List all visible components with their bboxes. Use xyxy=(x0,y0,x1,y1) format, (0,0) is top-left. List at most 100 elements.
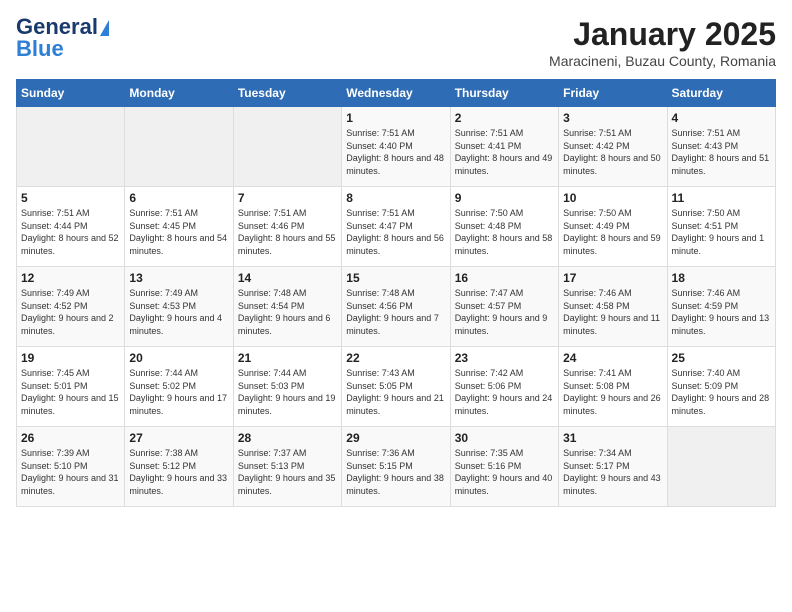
daylight-text: Daylight: 9 hours and 1 minute. xyxy=(672,233,765,256)
day-info: Sunrise: 7:51 AM Sunset: 4:40 PM Dayligh… xyxy=(346,127,445,177)
sunrise-text: Sunrise: 7:48 AM xyxy=(346,288,415,298)
sunset-text: Sunset: 4:47 PM xyxy=(346,221,413,231)
daylight-text: Daylight: 8 hours and 58 minutes. xyxy=(455,233,553,256)
day-number: 6 xyxy=(129,191,228,205)
sunrise-text: Sunrise: 7:46 AM xyxy=(563,288,632,298)
sunset-text: Sunset: 5:12 PM xyxy=(129,461,196,471)
table-row: 25 Sunrise: 7:40 AM Sunset: 5:09 PM Dayl… xyxy=(667,347,775,427)
sunset-text: Sunset: 5:05 PM xyxy=(346,381,413,391)
table-row: 2 Sunrise: 7:51 AM Sunset: 4:41 PM Dayli… xyxy=(450,107,558,187)
day-number: 7 xyxy=(238,191,337,205)
sunset-text: Sunset: 5:15 PM xyxy=(346,461,413,471)
day-number: 16 xyxy=(455,271,554,285)
sunset-text: Sunset: 4:49 PM xyxy=(563,221,630,231)
sunrise-text: Sunrise: 7:51 AM xyxy=(129,208,198,218)
sunset-text: Sunset: 4:58 PM xyxy=(563,301,630,311)
day-info: Sunrise: 7:37 AM Sunset: 5:13 PM Dayligh… xyxy=(238,447,337,497)
table-row xyxy=(233,107,341,187)
day-number: 23 xyxy=(455,351,554,365)
day-info: Sunrise: 7:45 AM Sunset: 5:01 PM Dayligh… xyxy=(21,367,120,417)
table-row: 27 Sunrise: 7:38 AM Sunset: 5:12 PM Dayl… xyxy=(125,427,233,507)
sunrise-text: Sunrise: 7:51 AM xyxy=(672,128,741,138)
sunrise-text: Sunrise: 7:49 AM xyxy=(129,288,198,298)
sunrise-text: Sunrise: 7:51 AM xyxy=(346,208,415,218)
sunset-text: Sunset: 4:57 PM xyxy=(455,301,522,311)
day-info: Sunrise: 7:51 AM Sunset: 4:43 PM Dayligh… xyxy=(672,127,771,177)
daylight-text: Daylight: 9 hours and 26 minutes. xyxy=(563,393,661,416)
daylight-text: Daylight: 9 hours and 43 minutes. xyxy=(563,473,661,496)
daylight-text: Daylight: 9 hours and 2 minutes. xyxy=(21,313,114,336)
calendar-subtitle: Maracineni, Buzau County, Romania xyxy=(549,53,776,69)
logo: General Blue xyxy=(16,16,110,62)
calendar-header: Sunday Monday Tuesday Wednesday Thursday… xyxy=(17,80,776,107)
day-number: 9 xyxy=(455,191,554,205)
sunset-text: Sunset: 4:56 PM xyxy=(346,301,413,311)
sunset-text: Sunset: 4:45 PM xyxy=(129,221,196,231)
sunrise-text: Sunrise: 7:41 AM xyxy=(563,368,632,378)
table-row xyxy=(125,107,233,187)
day-info: Sunrise: 7:49 AM Sunset: 4:52 PM Dayligh… xyxy=(21,287,120,337)
table-row: 24 Sunrise: 7:41 AM Sunset: 5:08 PM Dayl… xyxy=(559,347,667,427)
table-row: 31 Sunrise: 7:34 AM Sunset: 5:17 PM Dayl… xyxy=(559,427,667,507)
day-info: Sunrise: 7:43 AM Sunset: 5:05 PM Dayligh… xyxy=(346,367,445,417)
day-info: Sunrise: 7:51 AM Sunset: 4:44 PM Dayligh… xyxy=(21,207,120,257)
daylight-text: Daylight: 8 hours and 50 minutes. xyxy=(563,153,661,176)
table-row: 5 Sunrise: 7:51 AM Sunset: 4:44 PM Dayli… xyxy=(17,187,125,267)
sunrise-text: Sunrise: 7:38 AM xyxy=(129,448,198,458)
calendar-body: 1 Sunrise: 7:51 AM Sunset: 4:40 PM Dayli… xyxy=(17,107,776,507)
sunrise-text: Sunrise: 7:46 AM xyxy=(672,288,741,298)
header-tuesday: Tuesday xyxy=(233,80,341,107)
daylight-text: Daylight: 9 hours and 40 minutes. xyxy=(455,473,553,496)
sunrise-text: Sunrise: 7:51 AM xyxy=(563,128,632,138)
sunrise-text: Sunrise: 7:35 AM xyxy=(455,448,524,458)
day-number: 26 xyxy=(21,431,120,445)
day-info: Sunrise: 7:51 AM Sunset: 4:45 PM Dayligh… xyxy=(129,207,228,257)
sunrise-text: Sunrise: 7:43 AM xyxy=(346,368,415,378)
header: General Blue January 2025 Maracineni, Bu… xyxy=(16,16,776,69)
day-number: 17 xyxy=(563,271,662,285)
header-friday: Friday xyxy=(559,80,667,107)
daylight-text: Daylight: 9 hours and 28 minutes. xyxy=(672,393,770,416)
sunset-text: Sunset: 4:42 PM xyxy=(563,141,630,151)
table-row: 23 Sunrise: 7:42 AM Sunset: 5:06 PM Dayl… xyxy=(450,347,558,427)
sunrise-text: Sunrise: 7:44 AM xyxy=(238,368,307,378)
day-number: 11 xyxy=(672,191,771,205)
table-row: 26 Sunrise: 7:39 AM Sunset: 5:10 PM Dayl… xyxy=(17,427,125,507)
table-row: 30 Sunrise: 7:35 AM Sunset: 5:16 PM Dayl… xyxy=(450,427,558,507)
daylight-text: Daylight: 8 hours and 55 minutes. xyxy=(238,233,336,256)
sunrise-text: Sunrise: 7:50 AM xyxy=(455,208,524,218)
header-monday: Monday xyxy=(125,80,233,107)
day-info: Sunrise: 7:44 AM Sunset: 5:02 PM Dayligh… xyxy=(129,367,228,417)
sunrise-text: Sunrise: 7:44 AM xyxy=(129,368,198,378)
daylight-text: Daylight: 8 hours and 49 minutes. xyxy=(455,153,553,176)
header-wednesday: Wednesday xyxy=(342,80,450,107)
day-info: Sunrise: 7:38 AM Sunset: 5:12 PM Dayligh… xyxy=(129,447,228,497)
sunset-text: Sunset: 5:06 PM xyxy=(455,381,522,391)
day-info: Sunrise: 7:50 AM Sunset: 4:51 PM Dayligh… xyxy=(672,207,771,257)
title-area: January 2025 Maracineni, Buzau County, R… xyxy=(549,16,776,69)
daylight-text: Daylight: 8 hours and 52 minutes. xyxy=(21,233,119,256)
sunset-text: Sunset: 5:16 PM xyxy=(455,461,522,471)
day-number: 15 xyxy=(346,271,445,285)
day-number: 19 xyxy=(21,351,120,365)
table-row: 15 Sunrise: 7:48 AM Sunset: 4:56 PM Dayl… xyxy=(342,267,450,347)
sunrise-text: Sunrise: 7:45 AM xyxy=(21,368,90,378)
table-row: 14 Sunrise: 7:48 AM Sunset: 4:54 PM Dayl… xyxy=(233,267,341,347)
sunrise-text: Sunrise: 7:39 AM xyxy=(21,448,90,458)
table-row: 11 Sunrise: 7:50 AM Sunset: 4:51 PM Dayl… xyxy=(667,187,775,267)
sunrise-text: Sunrise: 7:34 AM xyxy=(563,448,632,458)
day-info: Sunrise: 7:46 AM Sunset: 4:59 PM Dayligh… xyxy=(672,287,771,337)
day-number: 20 xyxy=(129,351,228,365)
sunrise-text: Sunrise: 7:50 AM xyxy=(672,208,741,218)
daylight-text: Daylight: 9 hours and 24 minutes. xyxy=(455,393,553,416)
day-info: Sunrise: 7:40 AM Sunset: 5:09 PM Dayligh… xyxy=(672,367,771,417)
day-number: 31 xyxy=(563,431,662,445)
day-info: Sunrise: 7:34 AM Sunset: 5:17 PM Dayligh… xyxy=(563,447,662,497)
logo-blue: Blue xyxy=(16,36,64,62)
day-number: 3 xyxy=(563,111,662,125)
daylight-text: Daylight: 8 hours and 51 minutes. xyxy=(672,153,770,176)
day-info: Sunrise: 7:41 AM Sunset: 5:08 PM Dayligh… xyxy=(563,367,662,417)
sunrise-text: Sunrise: 7:51 AM xyxy=(238,208,307,218)
day-info: Sunrise: 7:51 AM Sunset: 4:42 PM Dayligh… xyxy=(563,127,662,177)
daylight-text: Daylight: 9 hours and 15 minutes. xyxy=(21,393,119,416)
